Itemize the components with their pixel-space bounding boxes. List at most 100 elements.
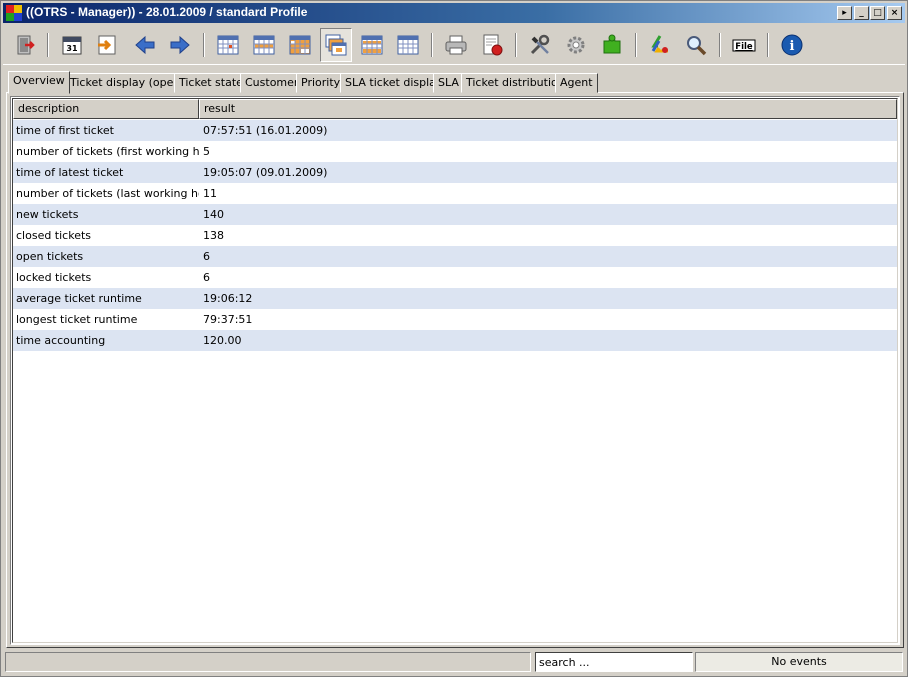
forward-arrow-icon <box>170 35 190 55</box>
toolbar-separator <box>47 33 49 57</box>
settings-button[interactable] <box>560 28 592 62</box>
result-cell: 5 <box>203 145 210 158</box>
grid-view-2-button[interactable] <box>248 28 280 62</box>
description-cell: closed tickets <box>16 229 92 242</box>
back-arrow-icon <box>135 35 155 55</box>
table-row[interactable]: number of tickets (first working hour) 5 <box>13 141 897 162</box>
toolbar-separator <box>719 33 721 57</box>
import-button[interactable] <box>91 28 123 62</box>
description-cell: time of first ticket <box>16 124 114 137</box>
print-button[interactable] <box>440 28 472 62</box>
column-header-result[interactable]: result <box>199 99 897 119</box>
table-row[interactable]: number of tickets (last working hour) 11 <box>13 183 897 204</box>
description-cell: new tickets <box>16 208 79 221</box>
calendar-day-label: 31 <box>66 44 78 53</box>
status-message-panel <box>5 652 531 672</box>
description-cell: average ticket runtime <box>16 292 142 305</box>
tools-button[interactable] <box>524 28 556 62</box>
table-row[interactable]: time of first ticket 07:57:51 (16.01.2009… <box>13 120 897 141</box>
tab-sla-ticket-display[interactable]: SLA ticket display <box>340 73 448 93</box>
toolbar-separator <box>635 33 637 57</box>
plugin-button[interactable] <box>596 28 628 62</box>
app-window: ((OTRS - Manager)) - 28.01.2009 / standa… <box>0 0 908 677</box>
result-cell: 6 <box>203 271 210 284</box>
refresh-button[interactable] <box>644 28 676 62</box>
file-menu-icon: File <box>732 39 756 52</box>
table-row[interactable]: average ticket runtime 19:06:12 <box>13 288 897 309</box>
forward-button[interactable] <box>164 28 196 62</box>
window-extra-button[interactable]: ▸ <box>837 6 852 20</box>
calendar-button[interactable]: 31 <box>56 28 88 62</box>
search-magnifier-icon <box>687 36 707 56</box>
minimize-button[interactable]: _ <box>854 6 869 20</box>
table-row[interactable]: new tickets 140 <box>13 204 897 225</box>
grid-view-3-button[interactable] <box>284 28 316 62</box>
exit-button[interactable] <box>9 28 41 62</box>
file-button[interactable]: File <box>728 28 760 62</box>
table-row[interactable]: closed tickets 138 <box>13 225 897 246</box>
tab-ticket-display-open[interactable]: Ticket display (open) <box>65 73 190 93</box>
result-cell: 6 <box>203 250 210 263</box>
app-logo-icon <box>6 5 22 21</box>
toolbar-separator <box>203 33 205 57</box>
maximize-button[interactable]: □ <box>870 6 885 20</box>
result-cell: 138 <box>203 229 224 242</box>
search-input[interactable] <box>535 652 693 672</box>
file-menu-label: File <box>735 42 753 52</box>
window-title: ((OTRS - Manager)) - 28.01.2009 / standa… <box>26 5 308 19</box>
table-header: description result <box>13 99 897 119</box>
tab-sla[interactable]: SLA <box>433 73 464 93</box>
description-cell: time accounting <box>16 334 106 347</box>
info-icon: i <box>781 34 803 56</box>
close-button[interactable]: × <box>887 6 902 20</box>
table-row[interactable]: open tickets 6 <box>13 246 897 267</box>
toolbar: 31 File i <box>3 25 905 65</box>
table-row[interactable]: time of latest ticket 19:05:07 (09.01.200… <box>13 162 897 183</box>
table-viewport[interactable]: description result time of first ticket 0… <box>12 98 898 643</box>
description-cell: locked tickets <box>16 271 92 284</box>
import-icon <box>98 35 116 55</box>
tab-agent[interactable]: Agent <box>555 73 598 93</box>
result-cell: 79:37:51 <box>203 313 253 326</box>
tab-overview[interactable]: Overview <box>8 71 70 94</box>
grid-view-5-button[interactable] <box>392 28 424 62</box>
plugin-puzzle-icon <box>603 34 621 54</box>
description-cell: open tickets <box>16 250 84 263</box>
result-cell: 11 <box>203 187 217 200</box>
title-bar[interactable]: ((OTRS - Manager)) - 28.01.2009 / standa… <box>3 3 905 23</box>
table-row[interactable]: time accounting 120.00 <box>13 330 897 351</box>
table-row[interactable]: longest ticket runtime 79:37:51 <box>13 309 897 330</box>
tab-priority[interactable]: Priority <box>296 73 346 93</box>
toolbar-separator <box>767 33 769 57</box>
column-header-description[interactable]: description <box>13 99 199 119</box>
table-row[interactable]: locked tickets 6 <box>13 267 897 288</box>
grid-view-1-icon <box>217 35 239 55</box>
table-body: time of first ticket 07:57:51 (16.01.2009… <box>13 120 897 351</box>
info-label: i <box>790 39 795 54</box>
info-button[interactable]: i <box>776 28 808 62</box>
multi-grid-view-icon <box>325 34 347 56</box>
overview-table: description result time of first ticket 0… <box>10 96 900 645</box>
result-cell: 19:06:12 <box>203 292 253 305</box>
calendar-icon: 31 <box>62 36 82 55</box>
tab-customer[interactable]: Customer <box>240 73 304 93</box>
toolbar-separator <box>515 33 517 57</box>
multi-grid-view-button[interactable] <box>320 28 352 62</box>
grid-view-5-icon <box>397 35 419 55</box>
print-preview-button[interactable] <box>476 28 508 62</box>
back-button[interactable] <box>129 28 161 62</box>
result-cell: 19:05:07 (09.01.2009) <box>203 166 328 179</box>
grid-view-4-button[interactable] <box>356 28 388 62</box>
print-preview-icon <box>483 34 503 56</box>
grid-view-1-button[interactable] <box>212 28 244 62</box>
search-button[interactable] <box>680 28 712 62</box>
events-status: No events <box>695 652 903 672</box>
printer-icon <box>445 35 467 55</box>
tools-icon <box>530 34 550 55</box>
description-cell: longest ticket runtime <box>16 313 138 326</box>
status-bar: No events <box>3 650 905 674</box>
toolbar-separator <box>431 33 433 57</box>
tab-ticket-distribution[interactable]: Ticket distribution <box>461 73 570 93</box>
tab-ticket-state[interactable]: Ticket state <box>174 73 248 93</box>
grid-view-3-icon <box>289 35 311 55</box>
